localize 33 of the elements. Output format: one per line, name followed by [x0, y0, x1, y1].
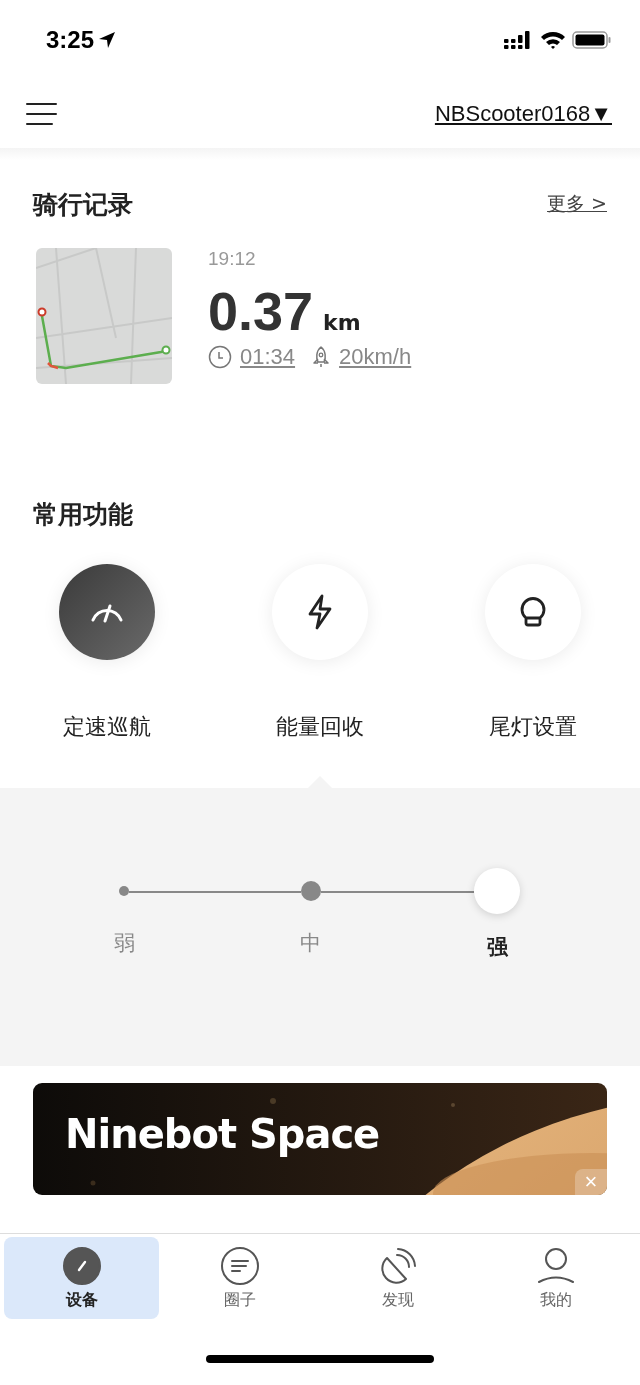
distance-value: 0.37	[208, 284, 314, 338]
nav-tab[interactable]: 设备	[4, 1237, 159, 1319]
nav-tab[interactable]: 圈子	[162, 1237, 317, 1319]
more-link[interactable]: 更多 >	[547, 191, 607, 217]
menu-button[interactable]	[26, 102, 58, 126]
section-title: 常用功能	[33, 498, 133, 531]
function-label: 尾灯设置	[489, 713, 578, 741]
battery-icon	[572, 30, 612, 50]
level-stop[interactable]	[300, 881, 321, 901]
slider-thumb[interactable]	[474, 868, 520, 914]
section-title: 骑行记录	[33, 188, 133, 221]
nav-tab[interactable]: 我的	[478, 1237, 633, 1319]
message-icon	[219, 1245, 260, 1286]
banner-title: Ninebot Space	[65, 1111, 380, 1157]
nav-tab[interactable]: 发现	[320, 1237, 475, 1319]
level-label[interactable]: 弱	[113, 929, 135, 957]
ride-duration: 01:34	[240, 344, 296, 370]
function-label: 定速巡航	[62, 713, 151, 741]
level-stop[interactable]	[119, 886, 129, 896]
ride-speed: 20km/h	[339, 344, 412, 370]
device-selector[interactable]: NBScooter0168▼	[434, 101, 612, 127]
location-arrow-icon	[98, 31, 117, 49]
wifi-icon	[540, 30, 566, 50]
level-label[interactable]: 中	[300, 929, 321, 957]
clock-icon	[208, 345, 232, 369]
user-icon	[535, 1245, 576, 1286]
device-icon	[61, 1245, 102, 1286]
rocket-icon	[311, 345, 332, 369]
ride-time: 19:12	[208, 248, 257, 270]
clock-time: 3:25	[46, 26, 95, 54]
level-label[interactable]: 强	[486, 933, 508, 961]
distance-unit: km	[323, 310, 361, 335]
function-label: 能量回收	[276, 713, 364, 741]
